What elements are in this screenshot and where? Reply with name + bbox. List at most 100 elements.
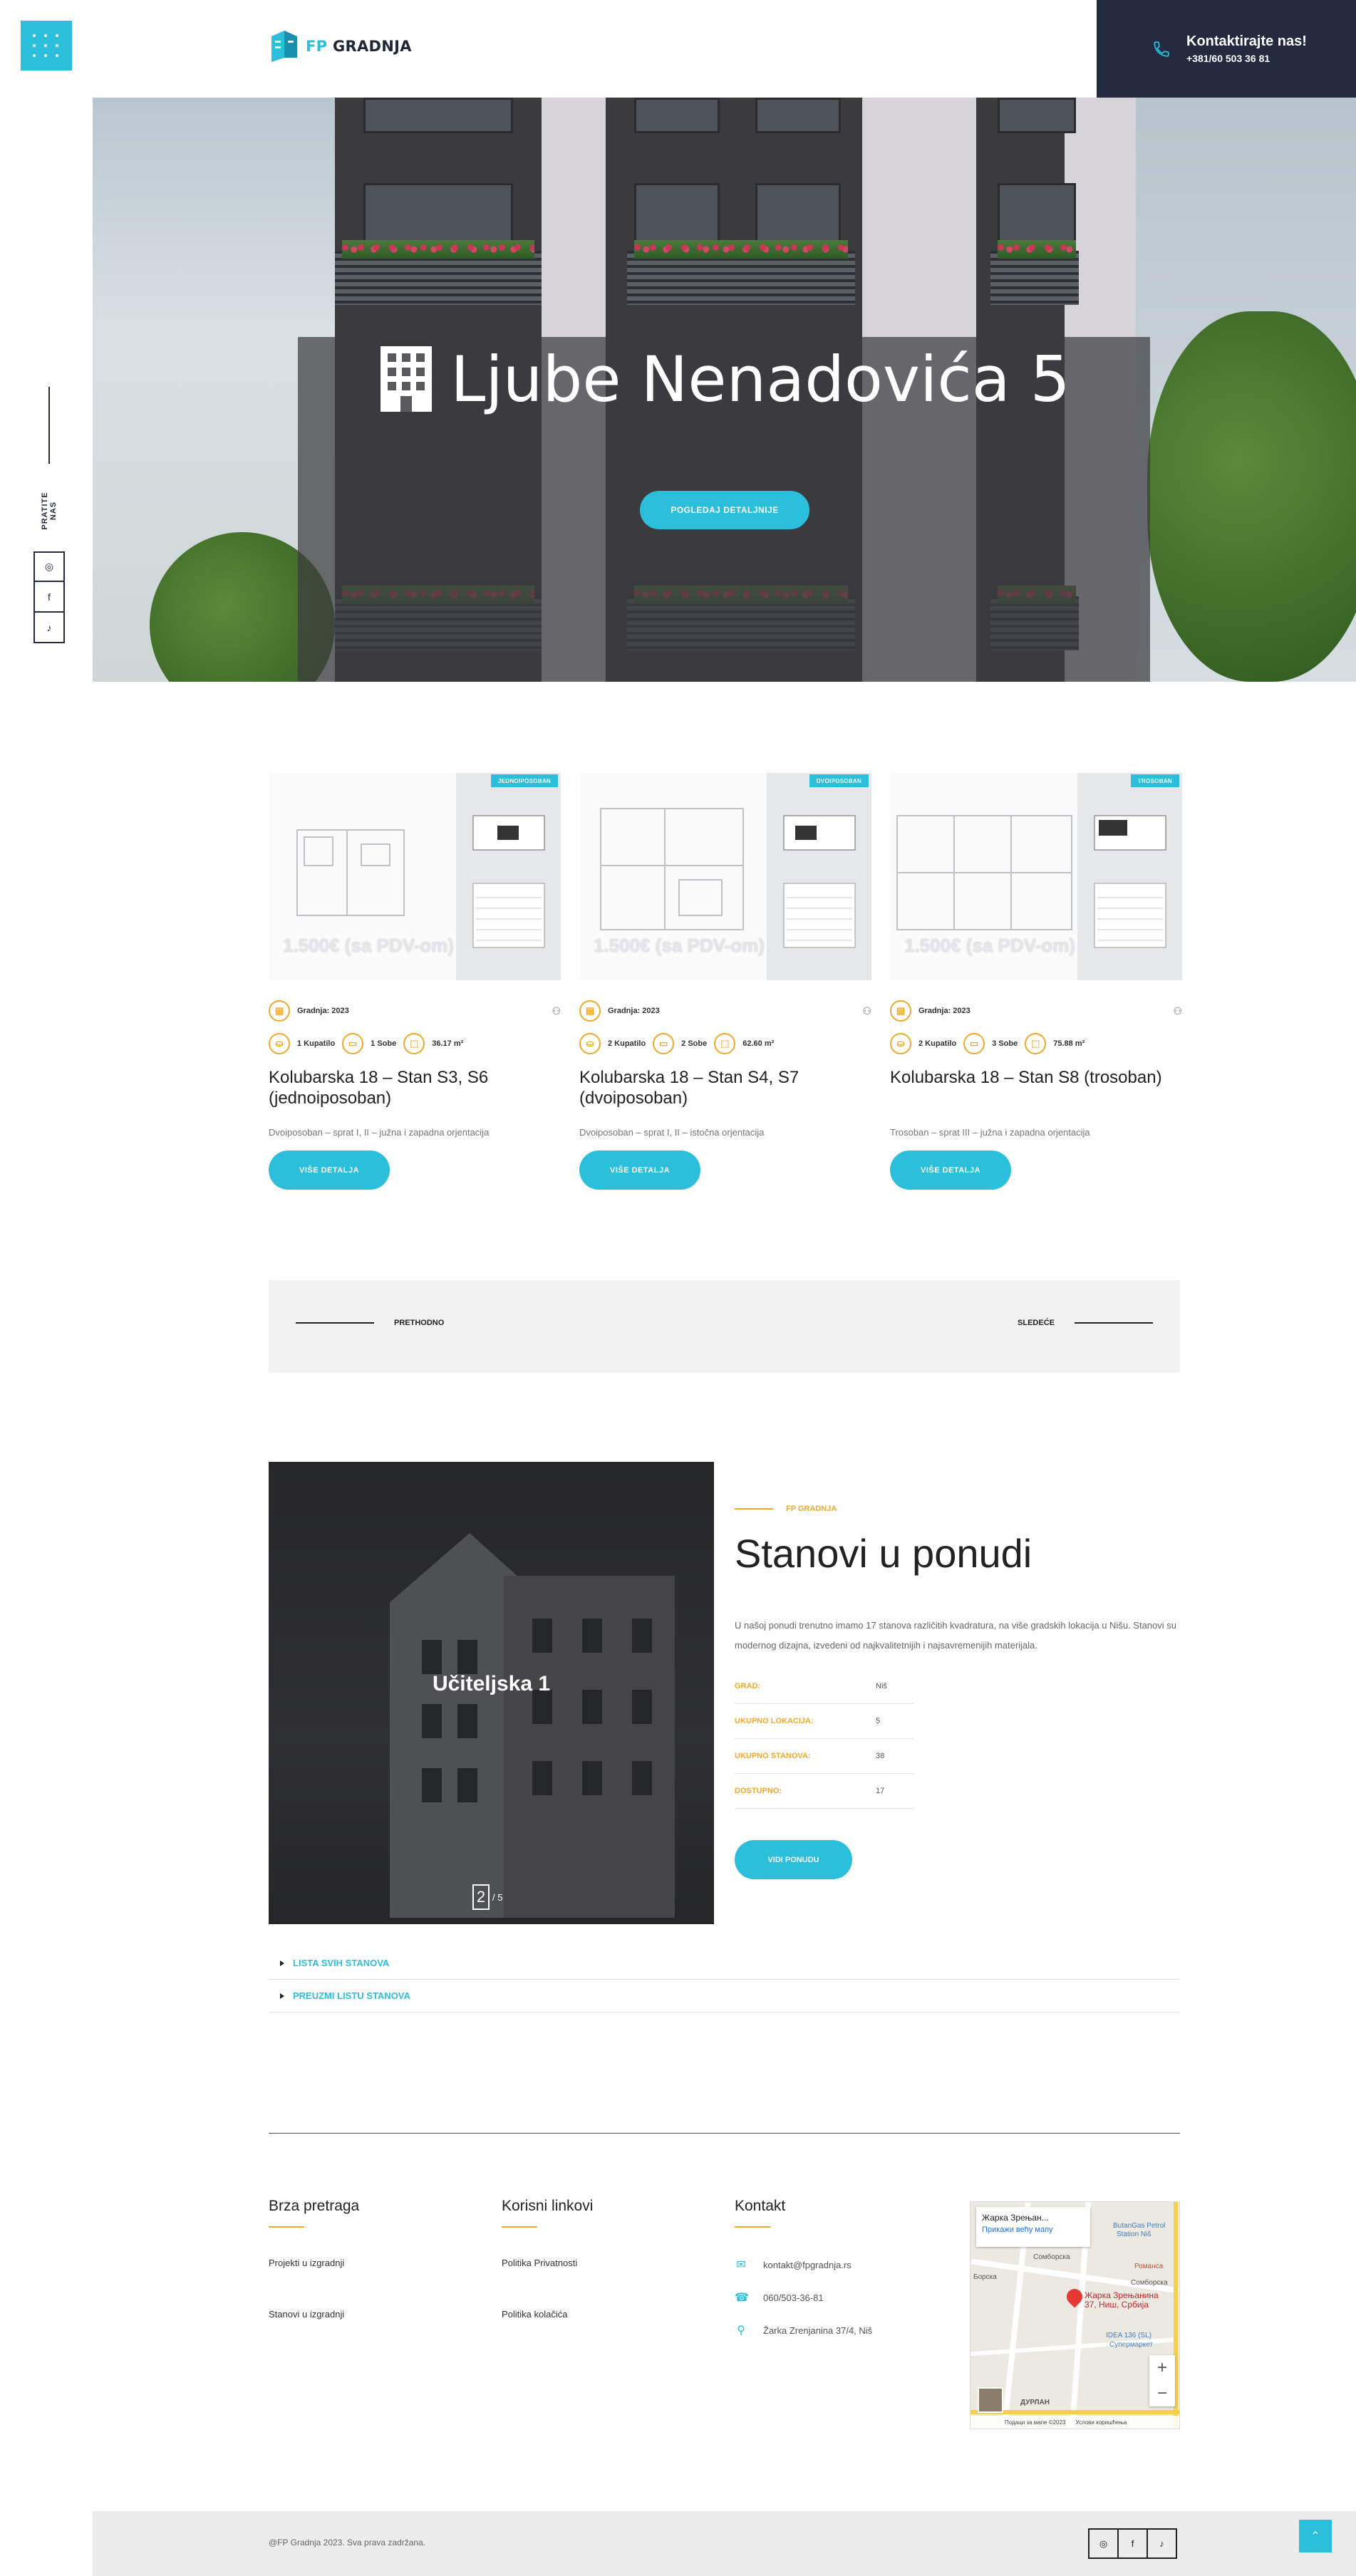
footer-social: ◎ f ♪ (1088, 2528, 1177, 2559)
site-logo[interactable]: FP GRADNJA (269, 29, 412, 63)
floorplan-image[interactable]: TROSOBAN 1.500€ (sa PDV-om) (890, 773, 1182, 980)
price-label: 1.500€ (sa PDV-om) (594, 935, 765, 956)
footer-divider (269, 2133, 1180, 2134)
contact-address: Žarka Zrenjanina 37/4, Niš (763, 2325, 873, 2336)
slide-counter: 2/ 5 (472, 1884, 502, 1910)
phone-icon: ☎ (735, 2292, 749, 2304)
baths: 2 Kupatilo (608, 1039, 646, 1048)
offer-text: U našoj ponudi trenutno imamo 17 stanova… (735, 1620, 1176, 1651)
bed-icon: ▭ (342, 1033, 364, 1054)
card-description: Dvoiposoban – sprat I, II – južna i zapa… (269, 1127, 490, 1138)
caret-right-icon (280, 1960, 284, 1966)
phone-icon (1154, 41, 1169, 57)
more-details-button[interactable]: VIŠE DETALJA (579, 1151, 700, 1190)
view-offer-button[interactable]: VIDI PONUDU (735, 1840, 852, 1879)
area: 62.60 m² (742, 1039, 775, 1048)
facebook-icon[interactable]: f (33, 582, 65, 613)
more-details-button[interactable]: VIŠE DETALJA (269, 1151, 390, 1190)
apartment-type-badge: DVOIPOSOBAN (809, 774, 869, 787)
apartment-type-badge: TROSOBAN (1130, 774, 1179, 787)
offer-links: LISTA SVIH STANOVA PREUZMI LISTU STANOVA (269, 1947, 1180, 2012)
social-rail: ◎ f ♪ (33, 551, 65, 643)
contact-email[interactable]: kontakt@fpgradnja.rs (763, 2260, 852, 2270)
slide-caption: Učiteljska 1 (432, 1672, 551, 1695)
header-contact-box[interactable]: Kontaktirajte nas! +381/60 503 36 81 (1097, 0, 1356, 98)
instagram-icon[interactable]: ◎ (33, 551, 65, 582)
footer-quick-search: Brza pretraga Projekti u izgradnji Stano… (269, 2198, 360, 2320)
build-year: Gradnja: 2023 (918, 1007, 971, 1015)
apartment-type-badge: JEDNOIPOSOBAN (490, 774, 558, 787)
area-icon: ⬚ (403, 1033, 425, 1054)
rail-divider (48, 387, 50, 464)
card-description: Dvoiposoban – sprat I, II – istočna orje… (579, 1127, 765, 1138)
contact-phone[interactable]: +381/60 503 36 81 (1186, 53, 1307, 64)
build-year: Gradnja: 2023 (297, 1007, 349, 1015)
offer-stats: GRAD: Niš UKUPNO LOKACIJA: 5 UKUPNO STANOV… (735, 1669, 914, 1809)
card-features-row: ⛀ 2 Kupatilo ▭ 2 Sobe ⬚ 62.60 m² (579, 1033, 774, 1054)
footer-link[interactable]: Politika kolačića (502, 2309, 593, 2320)
stat-row: UKUPNO STANOVA: 38 (735, 1739, 914, 1774)
footer-link[interactable]: Stanovi u izgradnji (269, 2309, 359, 2320)
floorplan-image[interactable]: DVOIPOSOBAN 1.500€ (sa PDV-om) (579, 773, 871, 980)
rooms: 1 Sobe (371, 1039, 397, 1048)
building-year-icon: ▤ (890, 1000, 911, 1022)
contact-title: Kontaktirajte nas! (1186, 33, 1307, 49)
pagination-bar: PRETHODNO SLEDEĆE (269, 1280, 1180, 1373)
rooms: 2 Sobe (681, 1039, 708, 1048)
zoom-out-button[interactable]: − (1149, 2381, 1175, 2406)
card-title[interactable]: Kolubarska 18 – Stan S4, S7 (dvoiposoban… (579, 1067, 871, 1108)
tiktok-icon[interactable]: ♪ (33, 613, 65, 643)
card-title[interactable]: Kolubarska 18 – Stan S3, S6 (jednoiposob… (269, 1067, 561, 1108)
hero-title: Ljube Nenadovića 5 (298, 336, 1150, 422)
area: 36.17 m² (432, 1039, 464, 1048)
card-meta-row: ▤ Gradnja: 2023 ⚇ (890, 999, 1182, 1022)
stat-row: GRAD: Niš (735, 1669, 914, 1704)
bed-icon: ▭ (653, 1033, 675, 1054)
building-year-icon: ▤ (579, 1000, 601, 1022)
floorplan-image[interactable]: JEDNOIPOSOBAN 1.500€ (sa PDV-om) (269, 773, 561, 980)
footer-contact: Kontakt ✉ kontakt@fpgradnja.rs ☎ 060/503-3… (735, 2198, 873, 2337)
next-button[interactable]: SLEDEĆE (1018, 1319, 1153, 1327)
facebook-icon[interactable]: f (1117, 2528, 1148, 2559)
hero-slider: Ljube Nenadovića 5 POGLEDAJ DETALJNIJE 0… (93, 98, 1356, 682)
tree-right (1147, 311, 1356, 682)
bed-icon: ▭ (963, 1033, 985, 1054)
price-label: 1.500€ (sa PDV-om) (283, 935, 454, 956)
share-icon[interactable]: ⚇ (552, 1005, 561, 1017)
bath-icon: ⛀ (579, 1033, 601, 1054)
caret-right-icon (280, 1993, 284, 1999)
more-details-button[interactable]: VIŠE DETALJA (890, 1151, 1011, 1190)
bath-icon: ⛀ (269, 1033, 290, 1054)
offer-slider-image[interactable]: Učiteljska 1 2/ 5 (269, 1462, 714, 1924)
zoom-in-button[interactable]: + (1149, 2355, 1175, 2381)
share-icon[interactable]: ⚇ (1173, 1005, 1182, 1017)
previous-button[interactable]: PRETHODNO (296, 1319, 444, 1327)
google-map[interactable]: Жарка Зрењан... Прикажи већу мапу Сомбор… (970, 2201, 1180, 2429)
menu-grid-button[interactable] (21, 21, 72, 71)
copyright: @FP Gradnja 2023. Sva prava zadržana. (269, 2538, 426, 2548)
share-icon[interactable]: ⚇ (862, 1005, 871, 1017)
card-title[interactable]: Kolubarska 18 – Stan S8 (trosoban) (890, 1067, 1182, 1088)
instagram-icon[interactable]: ◎ (1088, 2528, 1119, 2559)
price-label: 1.500€ (sa PDV-om) (904, 935, 1075, 956)
offer-eyebrow: FP GRADNJA (735, 1505, 837, 1513)
footer-link[interactable]: Projekti u izgradnji (269, 2258, 359, 2268)
card-description: Trosoban – sprat III – južna i zapadna o… (890, 1127, 1090, 1138)
footer-link[interactable]: Politika Privatnosti (502, 2258, 593, 2268)
area-icon: ⬚ (1025, 1033, 1047, 1054)
card-meta-row: ▤ Gradnja: 2023 ⚇ (579, 999, 871, 1022)
map-attribution: Подаци за мапе ©2023 Услови коришћења (971, 2416, 1179, 2429)
follow-us-label: PRATITE NAS (41, 492, 58, 530)
apartment-card: TROSOBAN 1.500€ (sa PDV-om) ▤ Gradnja: 2… (890, 773, 1182, 1190)
satellite-toggle[interactable] (978, 2387, 1003, 2413)
hero-details-button[interactable]: POGLEDAJ DETALJNIJE (640, 491, 809, 529)
larger-map-link[interactable]: Прикажи већу мапу (982, 2226, 1085, 2234)
build-year: Gradnja: 2023 (608, 1007, 660, 1015)
download-list-link[interactable]: PREUZMI LISTU STANOVA (269, 1980, 1180, 2012)
all-apartments-link[interactable]: LISTA SVIH STANOVA (269, 1947, 1180, 1980)
map-place-card: Жарка Зрењан... Прикажи већу мапу (976, 2207, 1090, 2247)
contact-phone-footer[interactable]: 060/503-36-81 (763, 2292, 824, 2303)
building-year-icon: ▤ (269, 1000, 290, 1022)
scroll-to-top-button[interactable]: ⌃ (1299, 2520, 1332, 2552)
tiktok-icon[interactable]: ♪ (1147, 2528, 1177, 2559)
